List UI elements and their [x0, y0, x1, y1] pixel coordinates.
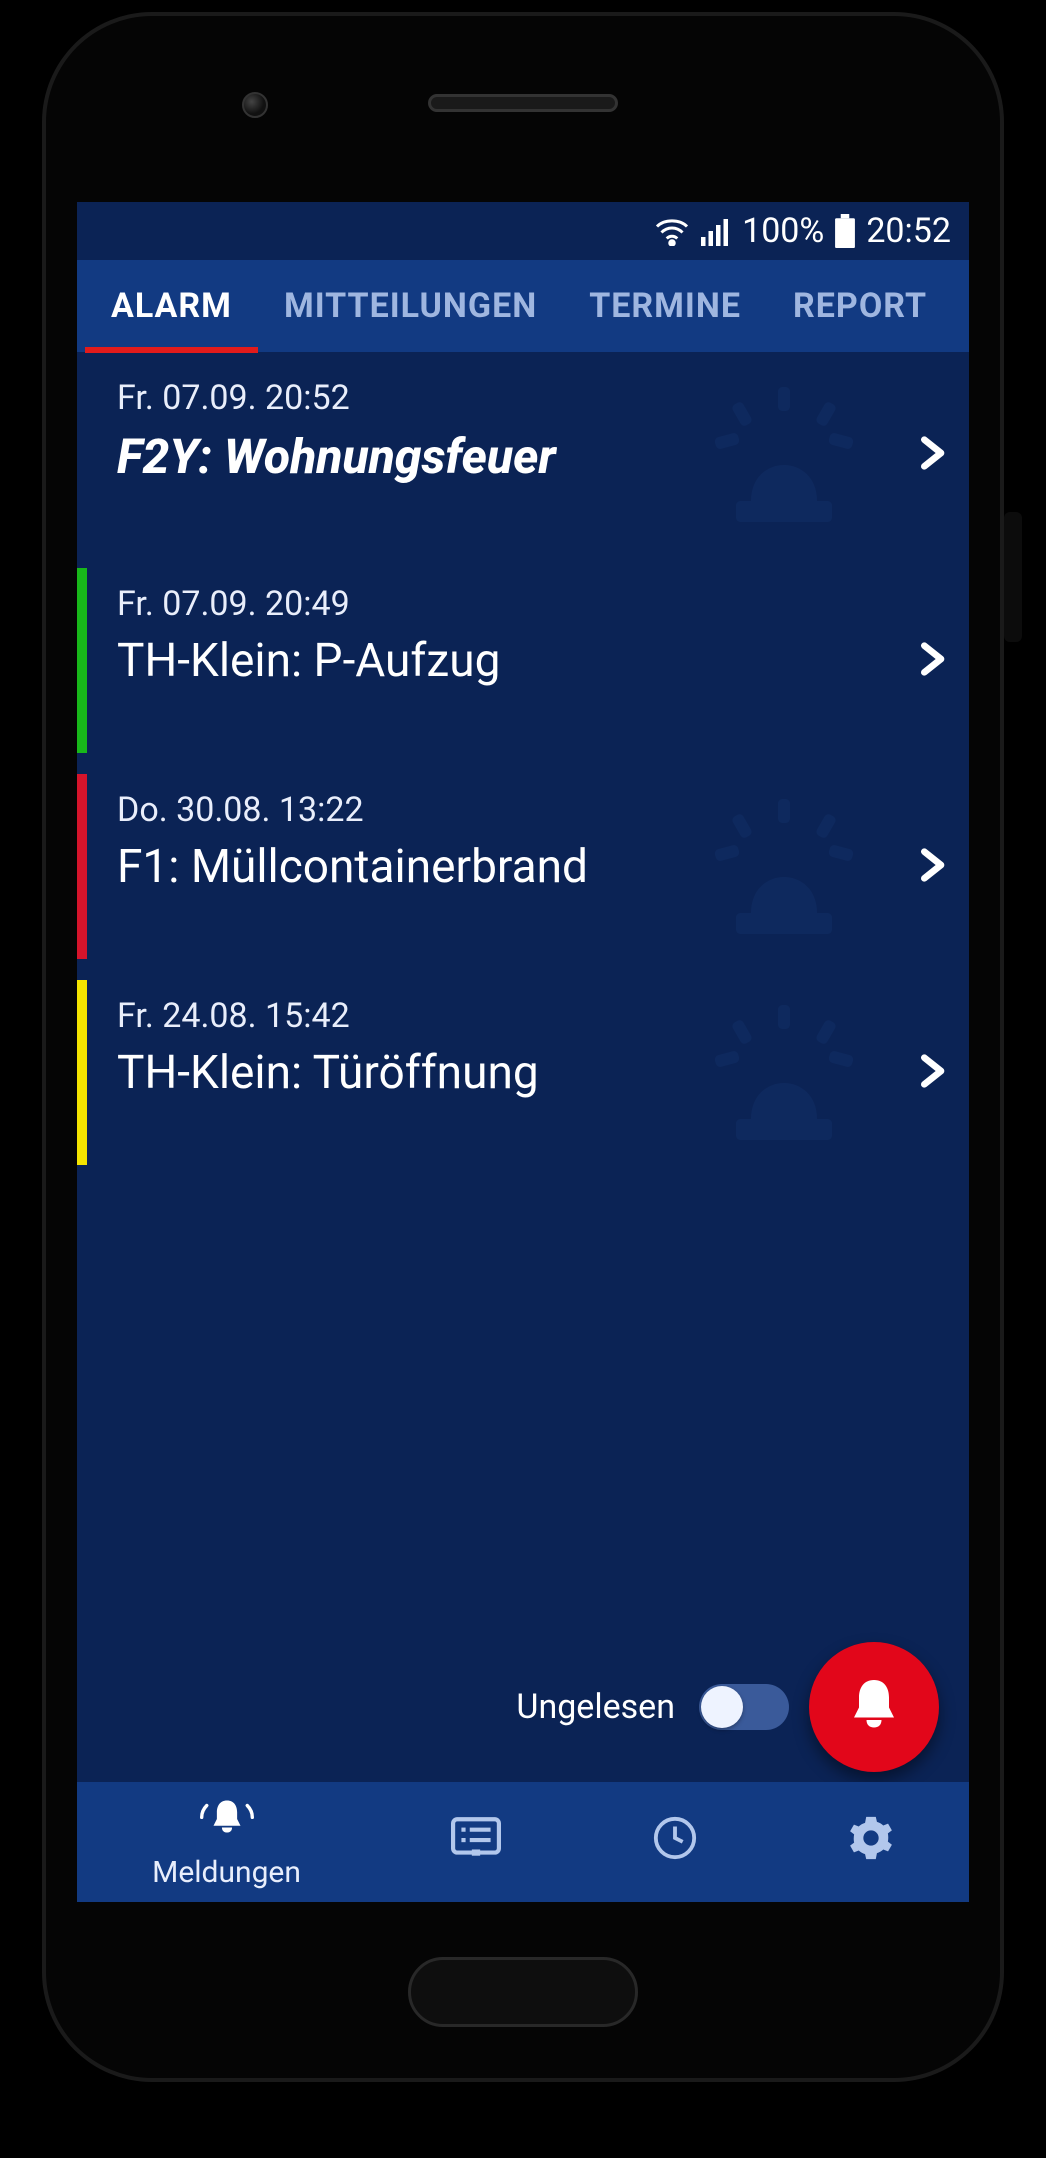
chevron-right-icon — [911, 428, 951, 482]
bell-alert-icon — [200, 1795, 254, 1851]
status-stripe — [77, 774, 87, 959]
tab-termine[interactable]: TERMINE — [563, 260, 767, 352]
switch-knob — [701, 1686, 743, 1728]
front-camera — [242, 92, 268, 118]
status-stripe — [77, 568, 87, 753]
clock-icon — [652, 1815, 698, 1869]
status-stripe — [77, 980, 87, 1165]
chevron-right-icon — [911, 840, 951, 894]
chevron-right-icon — [911, 1046, 951, 1100]
clock-text: 20:52 — [866, 211, 951, 251]
siren-icon — [709, 790, 859, 944]
battery-icon — [834, 214, 856, 248]
nav-board[interactable] — [451, 1816, 501, 1868]
gear-icon — [848, 1815, 894, 1869]
chevron-right-icon — [911, 634, 951, 688]
alarm-item[interactable]: Do. 30.08. 13:22 F1: Müllcontainerbrand — [77, 764, 969, 970]
tab-label: ALARM — [111, 286, 232, 326]
tab-alarm[interactable]: ALARM — [85, 260, 258, 352]
nav-settings[interactable] — [848, 1815, 894, 1869]
alarm-list: Fr. 07.09. 20:52 F2Y: Wohnungsfeuer — [77, 352, 969, 1176]
board-icon — [451, 1816, 501, 1868]
nav-clock[interactable] — [652, 1815, 698, 1869]
signal-icon — [700, 216, 732, 246]
nav-meldungen[interactable]: Meldungen — [152, 1795, 301, 1890]
unread-toggle-label: Ungelesen — [516, 1687, 675, 1727]
nav-label: Meldungen — [152, 1855, 301, 1890]
siren-icon — [709, 378, 859, 532]
tab-bar: ALARM MITTEILUNGEN TERMINE REPORT — [77, 260, 969, 352]
unread-toggle[interactable] — [699, 1684, 789, 1730]
tab-report[interactable]: REPORT — [767, 260, 953, 352]
bottom-nav: Meldungen — [77, 1782, 969, 1902]
home-button[interactable] — [408, 1957, 638, 2027]
tab-label: REPORT — [793, 286, 927, 326]
screen: 100% 20:52 ALARM MITTEILUNGEN TERMINE RE… — [77, 202, 969, 1902]
tab-label: MITTEILUNGEN — [284, 286, 537, 326]
phone-frame: 100% 20:52 ALARM MITTEILUNGEN TERMINE RE… — [42, 12, 1004, 2082]
bottom-overlay: Ungelesen — [77, 1632, 969, 1782]
tab-label: TERMINE — [589, 286, 741, 326]
alarm-item[interactable]: Fr. 24.08. 15:42 TH-Klein: Türöffnung — [77, 970, 969, 1176]
wifi-icon — [654, 216, 690, 246]
bell-plus-icon — [844, 1675, 904, 1739]
alarm-title: TH-Klein: P-Aufzug — [117, 634, 939, 688]
tab-mitteilungen[interactable]: MITTEILUNGEN — [258, 260, 563, 352]
battery-percent: 100% — [742, 211, 824, 251]
alarm-item[interactable]: Fr. 07.09. 20:52 F2Y: Wohnungsfeuer — [77, 352, 969, 558]
new-alarm-fab[interactable] — [809, 1642, 939, 1772]
status-bar: 100% 20:52 — [77, 202, 969, 260]
alarm-date: Fr. 07.09. 20:49 — [117, 584, 939, 624]
siren-icon — [709, 996, 859, 1150]
alarm-item[interactable]: Fr. 07.09. 20:49 TH-Klein: P-Aufzug — [77, 558, 969, 764]
speaker-grille — [428, 94, 618, 112]
power-button — [1004, 512, 1022, 642]
